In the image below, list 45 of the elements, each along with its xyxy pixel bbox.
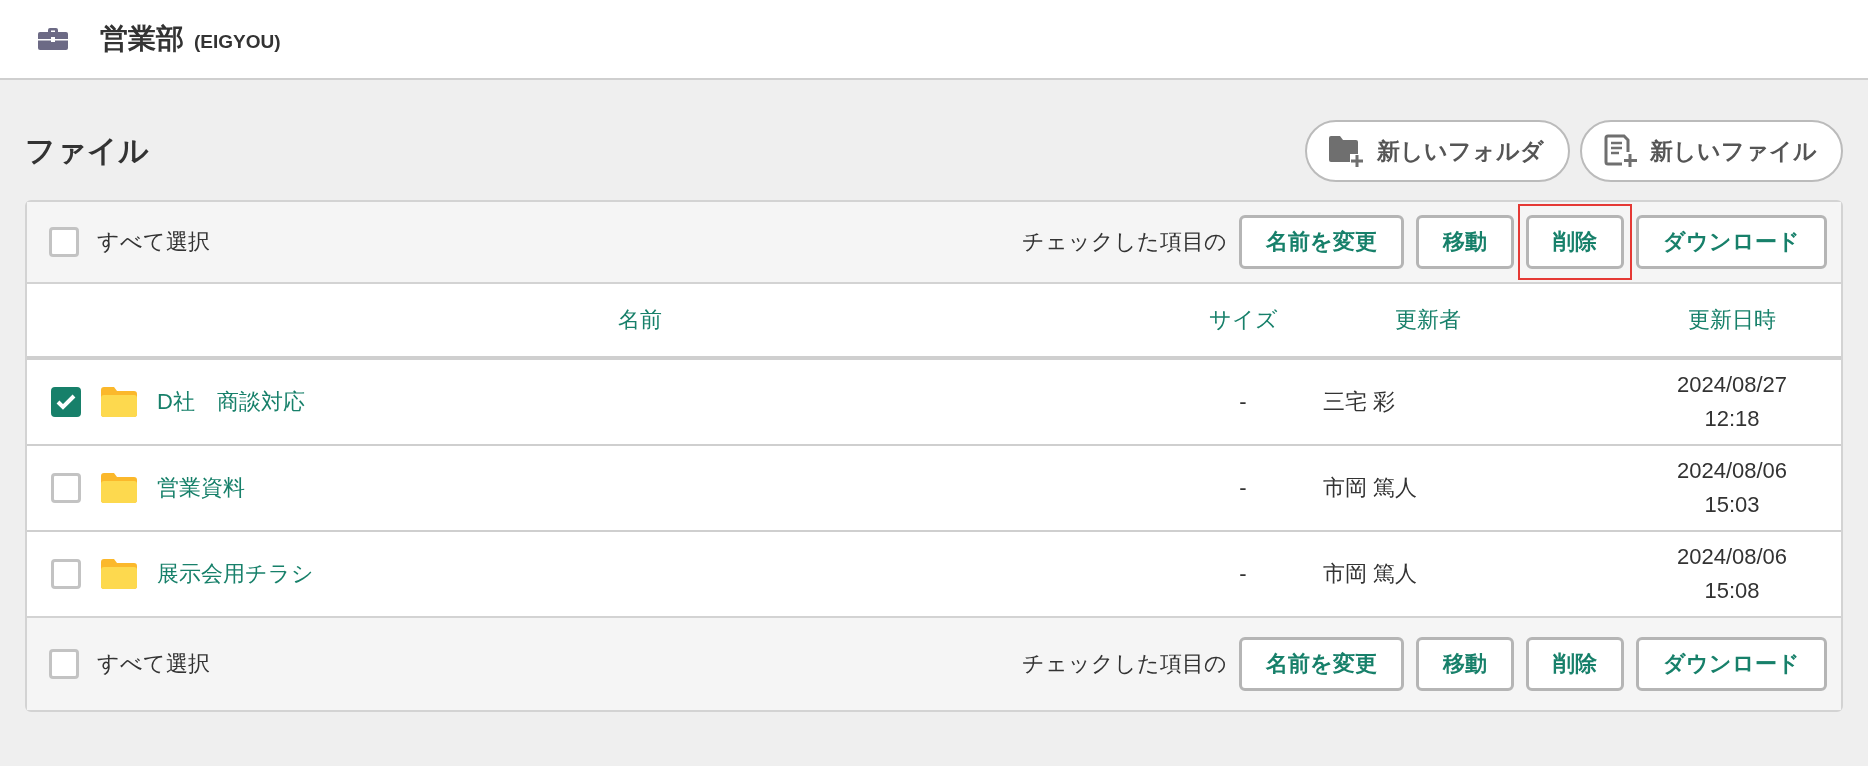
action-button[interactable]: ダウンロード: [1636, 215, 1827, 269]
checkbox[interactable]: [49, 649, 79, 679]
checkbox[interactable]: [51, 473, 81, 503]
size-cell: -: [1239, 389, 1247, 415]
bulk-action-label: チェックした項目の: [1022, 228, 1227, 256]
column-header[interactable]: 更新者: [1395, 305, 1461, 335]
action-button[interactable]: 移動: [1416, 637, 1514, 691]
new-item-button[interactable]: 新しいファイル: [1580, 120, 1843, 182]
select-all-label[interactable]: すべて選択: [97, 649, 210, 679]
file-plus-icon: [1604, 134, 1638, 168]
updater-cell-text: 市岡 篤人: [1323, 474, 1419, 502]
action-button[interactable]: 移動: [1416, 215, 1514, 269]
bulk-action-label: チェックした項目の: [1022, 650, 1227, 678]
checkbox[interactable]: [51, 387, 81, 417]
briefcase-icon: [38, 28, 68, 50]
size-cell: -: [1239, 475, 1247, 501]
action-button[interactable]: 名前を変更: [1239, 215, 1404, 269]
column-header[interactable]: 更新日時: [1688, 305, 1776, 335]
action-button[interactable]: 削除: [1526, 215, 1624, 269]
action-button[interactable]: ダウンロード: [1636, 637, 1827, 691]
size-cell: -: [1239, 561, 1247, 587]
folder-plus-icon: [1329, 135, 1365, 167]
folder-icon: [101, 559, 137, 589]
action-button[interactable]: 名前を変更: [1239, 637, 1404, 691]
folder-icon: [101, 473, 137, 503]
folder-link[interactable]: 営業資料: [157, 473, 245, 503]
action-button[interactable]: 削除: [1526, 637, 1624, 691]
date-cell-text: 2024/08/06 15:08: [1675, 543, 1789, 605]
checkbox[interactable]: [51, 559, 81, 589]
check-icon: [56, 394, 76, 410]
updater-cell-text: 市岡 篤人: [1323, 560, 1419, 588]
checkbox[interactable]: [49, 227, 79, 257]
date-cell-text: 2024/08/27 12:18: [1675, 371, 1789, 433]
updater-cell-text: 三宅 彩: [1323, 388, 1397, 416]
date-cell-text: 2024/08/06 15:03: [1675, 457, 1789, 519]
department-title: 営業部: [100, 23, 184, 54]
department-code: (EIGYOU): [194, 31, 281, 52]
column-header[interactable]: サイズ: [1208, 305, 1278, 335]
column-header[interactable]: 名前: [618, 305, 662, 335]
folder-icon: [101, 387, 137, 417]
folder-link[interactable]: 展示会用チラシ: [157, 559, 314, 589]
new-item-button[interactable]: 新しいフォルダ: [1305, 120, 1570, 182]
folder-link[interactable]: D社 商談対応: [157, 387, 305, 417]
select-all-label[interactable]: すべて選択: [97, 227, 210, 257]
section-title: ファイル: [25, 132, 149, 169]
